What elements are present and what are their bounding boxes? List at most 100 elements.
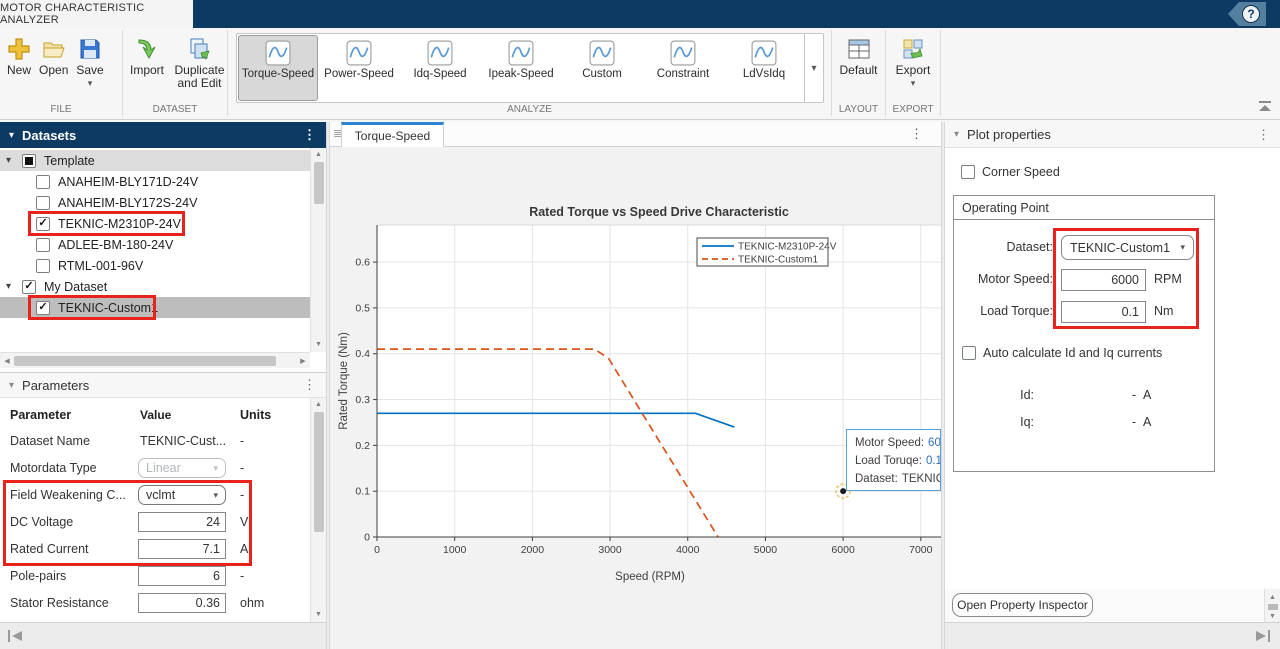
collapse-parameters-icon[interactable]: ▾ [9, 380, 14, 391]
datasets-horizontal-scrollbar[interactable]: ◀ ▶ [0, 352, 310, 368]
ribbon-group-analyze: Torque-Speed Power-Speed Idq-Speed [228, 30, 832, 116]
scrollbar-thumb[interactable] [314, 412, 324, 532]
help-icon: ? [1242, 5, 1260, 23]
load-torque-field-row: Load Torque: Nm [954, 299, 1214, 325]
duplicate-and-edit-button[interactable]: Duplicate and Edit [172, 30, 227, 90]
tree-item-rtml-001[interactable]: RTML-001-96V [0, 255, 310, 276]
parameters-panel-header[interactable]: ▾ Parameters ⋮ [0, 372, 326, 398]
scroll-up-icon[interactable]: ▲ [315, 398, 322, 412]
tab-torque-speed[interactable]: Torque-Speed [341, 122, 444, 147]
auto-calc-row: Auto calculate Id and Iq currents [962, 346, 1162, 360]
dataset-checkbox[interactable] [36, 196, 50, 210]
duplicate-documents-icon [188, 37, 212, 61]
gallery-item-custom[interactable]: Custom [562, 35, 642, 101]
operating-point-dataset-dropdown[interactable]: TEKNIC-Custom1 ▾ [1061, 235, 1194, 260]
plot-properties-scrollbar[interactable]: ▲ ▼ [1264, 589, 1280, 625]
scrollbar-thumb[interactable] [14, 356, 276, 366]
gallery-dropdown-button[interactable]: ▾ [804, 34, 823, 102]
scroll-down-icon[interactable]: ▼ [315, 608, 322, 622]
plot-properties-body: Open Property Inspector [945, 589, 1280, 625]
export-button[interactable]: Export ▾ [896, 30, 931, 87]
svg-text:1000: 1000 [443, 544, 467, 556]
dataset-checkbox[interactable] [36, 175, 50, 189]
svg-text:0: 0 [364, 532, 370, 544]
dataset-group-label: DATASET [123, 104, 227, 115]
dataset-field-row: Dataset: TEKNIC-Custom1 ▾ [954, 235, 1214, 261]
scroll-left-icon[interactable]: ◀ [0, 357, 14, 365]
gallery-item-torque-speed[interactable]: Torque-Speed [238, 35, 318, 101]
scroll-down-icon[interactable]: ▼ [1269, 612, 1276, 621]
dataset-checkbox[interactable]: ✓ [36, 301, 50, 315]
gallery-item-ldvsidq[interactable]: LdVsIdq [724, 35, 804, 101]
field-weakening-dropdown[interactable]: vclmt ▾ [138, 485, 226, 505]
chevron-down-icon[interactable]: ▾ [6, 155, 18, 166]
collapse-datasets-icon[interactable]: ▾ [9, 130, 14, 141]
chevron-down-icon[interactable]: ▾ [6, 281, 18, 292]
datasets-panel-header[interactable]: ▾ Datasets ⋮ [0, 122, 326, 148]
dataset-checkbox[interactable] [36, 259, 50, 273]
dc-voltage-input[interactable] [138, 512, 226, 532]
tree-item-anaheim-bly172s[interactable]: ANAHEIM-BLY172S-24V [0, 192, 310, 213]
rated-current-input[interactable] [138, 539, 226, 559]
svg-text:4000: 4000 [676, 544, 700, 556]
stator-resistance-input[interactable] [138, 593, 226, 613]
document-menu-icon[interactable]: ⋮ [910, 126, 923, 142]
parameters-menu-icon[interactable]: ⋮ [303, 377, 316, 393]
datasets-menu-icon[interactable]: ⋮ [303, 127, 316, 143]
new-button[interactable]: New [7, 30, 31, 87]
default-layout-button[interactable]: Default [839, 30, 877, 77]
collapse-ribbon-icon[interactable] [1258, 101, 1272, 115]
save-dropdown-icon[interactable]: ▾ [88, 79, 93, 87]
gallery-item-power-speed[interactable]: Power-Speed [319, 35, 399, 101]
load-torque-input[interactable] [1061, 301, 1146, 323]
parameters-vertical-scrollbar[interactable]: ▲ ▼ [310, 398, 326, 622]
help-button[interactable]: ? [1228, 2, 1266, 26]
export-dropdown-icon[interactable]: ▾ [911, 79, 916, 87]
tree-item-template[interactable]: ▾ Template [0, 150, 310, 171]
plot-properties-header[interactable]: ▾ Plot properties ⋮ [945, 122, 1280, 148]
dataset-checkbox[interactable] [36, 238, 50, 252]
import-button[interactable]: Import [130, 30, 164, 90]
open-property-inspector-button[interactable]: Open Property Inspector [952, 593, 1093, 617]
tree-item-teknic-custom1[interactable]: ✓ TEKNIC-Custom1 [0, 297, 310, 318]
ribbon-group-layout: Default LAYOUT [832, 30, 886, 116]
import-arrow-icon [135, 37, 159, 61]
torque-speed-chart[interactable]: 0100020003000400050006000700000.10.20.30… [330, 147, 941, 649]
expand-panel-right-icon[interactable] [1255, 630, 1270, 642]
tree-item-anaheim-bly171d[interactable]: ANAHEIM-BLY171D-24V [0, 171, 310, 192]
motor-speed-input[interactable] [1061, 269, 1146, 291]
auto-calc-checkbox[interactable] [962, 346, 976, 360]
scrollbar-thumb[interactable] [314, 162, 324, 204]
tree-item-my-dataset[interactable]: ▾ ✓ My Dataset [0, 276, 310, 297]
template-checkbox[interactable] [22, 154, 36, 168]
new-plus-icon [7, 37, 31, 61]
scroll-right-icon[interactable]: ▶ [296, 357, 310, 365]
gallery-item-constraint[interactable]: Constraint [643, 35, 723, 101]
datasets-panel-title: Datasets [22, 128, 76, 143]
motordata-type-dropdown: Linear ▾ [138, 458, 226, 478]
scroll-up-icon[interactable]: ▲ [1269, 593, 1276, 602]
my-dataset-checkbox[interactable]: ✓ [22, 280, 36, 294]
gallery-item-idq-speed[interactable]: Idq-Speed [400, 35, 480, 101]
tree-item-teknic-m2310p[interactable]: ✓ TEKNIC-M2310P-24V [0, 213, 310, 234]
svg-text:TEKNIC-Custom1: TEKNIC-Custom1 [738, 255, 818, 266]
scrollbar-thumb[interactable] [1268, 604, 1278, 610]
collapse-plot-properties-icon[interactable]: ▾ [954, 129, 959, 140]
open-button[interactable]: Open [39, 30, 68, 87]
pole-pairs-input[interactable] [138, 566, 226, 586]
svg-text:0.5: 0.5 [355, 302, 370, 314]
svg-text:2000: 2000 [521, 544, 545, 556]
datasets-vertical-scrollbar[interactable]: ▲ ▼ [310, 148, 326, 352]
toolstrip-tab-motor-characteristic-analyzer[interactable]: MOTOR CHARACTERISTIC ANALYZER [0, 0, 193, 28]
tree-item-adlee-bm-180[interactable]: ADLEE-BM-180-24V [0, 234, 310, 255]
collapse-panel-left-icon[interactable] [8, 630, 23, 642]
corner-speed-checkbox[interactable] [961, 165, 975, 179]
save-button[interactable]: Save ▾ [76, 30, 103, 87]
svg-text:0.6: 0.6 [355, 257, 370, 269]
scroll-down-icon[interactable]: ▼ [315, 338, 322, 352]
sine-curve-icon [589, 40, 615, 66]
scroll-up-icon[interactable]: ▲ [315, 148, 322, 162]
dataset-checkbox[interactable]: ✓ [36, 217, 50, 231]
plot-properties-menu-icon[interactable]: ⋮ [1257, 127, 1270, 143]
gallery-item-ipeak-speed[interactable]: Ipeak-Speed [481, 35, 561, 101]
